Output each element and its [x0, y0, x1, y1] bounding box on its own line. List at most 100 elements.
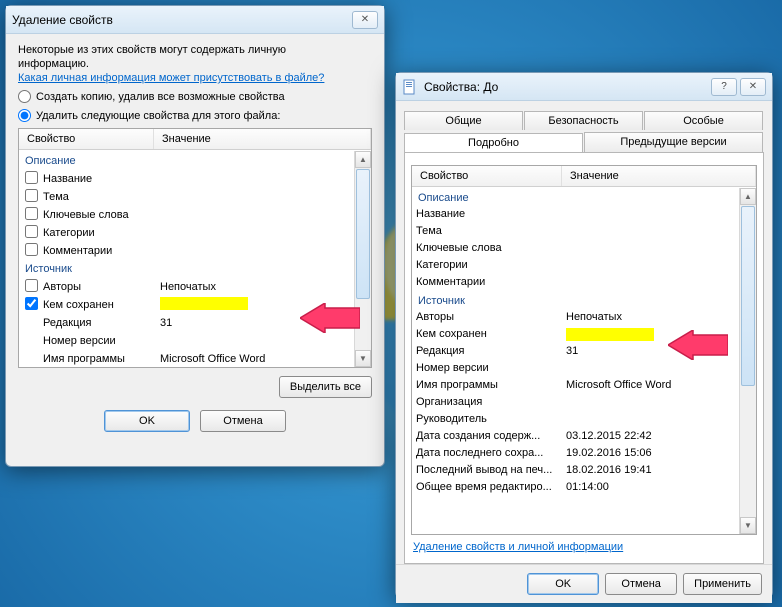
- scroll-down-arrow[interactable]: ▼: [355, 350, 371, 367]
- property-checkbox[interactable]: [25, 279, 38, 292]
- property-row[interactable]: Ключевые слова: [19, 206, 371, 224]
- property-row[interactable]: Руководитель: [412, 412, 756, 429]
- property-row[interactable]: Категории: [19, 224, 371, 242]
- property-value: 31: [160, 317, 365, 329]
- window-title: Удаление свойств: [12, 13, 349, 27]
- property-row[interactable]: Комментарии: [19, 242, 371, 260]
- property-row[interactable]: Номер версии: [19, 332, 371, 350]
- property-value: Непочатых: [566, 311, 752, 326]
- property-row[interactable]: Комментарии: [412, 275, 756, 292]
- property-row[interactable]: АвторыНепочатых: [412, 310, 756, 327]
- scroll-down-arrow[interactable]: ▼: [740, 517, 756, 534]
- property-name: Дата последнего сохра...: [416, 447, 566, 462]
- group-label: Описание: [19, 152, 371, 170]
- property-row[interactable]: Ключевые слова: [412, 241, 756, 258]
- titlebar[interactable]: Свойства: До ? ✕: [396, 73, 772, 101]
- group-label: Источник: [19, 260, 371, 278]
- property-value: Microsoft Office Word: [566, 379, 752, 394]
- property-row[interactable]: Организация: [412, 395, 756, 412]
- dialog-footer: OK Отмена Применить: [396, 564, 772, 603]
- list-content: ОписаниеНазваниеТемаКлючевые словаКатего…: [412, 187, 756, 499]
- tab-Общие[interactable]: Общие: [404, 111, 523, 130]
- property-name: Тема: [416, 225, 566, 240]
- property-checkbox[interactable]: [25, 189, 38, 202]
- select-all-button[interactable]: Выделить все: [279, 376, 372, 398]
- property-value: [566, 413, 752, 428]
- property-name: Категории: [43, 227, 160, 239]
- scrollbar[interactable]: ▲ ▼: [739, 188, 756, 534]
- property-value: Microsoft Office Word: [160, 353, 365, 365]
- col-property[interactable]: Свойство: [412, 166, 562, 186]
- property-row[interactable]: Название: [412, 207, 756, 224]
- property-row[interactable]: Имя программыMicrosoft Office Word: [412, 378, 756, 395]
- file-properties-dialog: Свойства: До ? ✕ ОбщиеБезопасностьОсобые…: [395, 72, 773, 598]
- property-row[interactable]: Редакция31: [412, 344, 756, 361]
- radio-remove-selected-input[interactable]: [18, 109, 31, 122]
- group-label: Описание: [412, 189, 756, 207]
- property-checkbox[interactable]: [25, 171, 38, 184]
- property-checkbox[interactable]: [25, 297, 38, 310]
- property-value: 03.12.2015 22:42: [566, 430, 752, 445]
- scroll-up-arrow[interactable]: ▲: [740, 188, 756, 205]
- close-button[interactable]: ✕: [352, 11, 378, 29]
- tab-Подробно[interactable]: Подробно: [404, 133, 583, 153]
- list-header: Свойство Значение: [19, 129, 371, 150]
- property-name: Тема: [43, 191, 160, 203]
- property-row[interactable]: Тема: [412, 224, 756, 241]
- property-value: [566, 208, 752, 223]
- property-row[interactable]: Номер версии: [412, 361, 756, 378]
- property-value: Непочатых: [160, 281, 365, 293]
- cancel-button[interactable]: Отмена: [200, 410, 286, 432]
- property-row[interactable]: Название: [19, 170, 371, 188]
- property-value: 18.02.2016 19:41: [566, 464, 752, 479]
- property-name: Кем сохранен: [416, 328, 566, 343]
- property-name: Кем сохранен: [43, 299, 160, 311]
- scroll-up-arrow[interactable]: ▲: [355, 151, 371, 168]
- ok-button[interactable]: OK: [527, 573, 599, 595]
- tab-Особые[interactable]: Особые: [644, 111, 763, 130]
- property-row[interactable]: Имя программыMicrosoft Office Word: [19, 350, 371, 368]
- property-row[interactable]: АвторыНепочатых: [19, 278, 371, 296]
- property-name: Категории: [416, 259, 566, 274]
- property-name: Номер версии: [416, 362, 566, 377]
- property-checkbox[interactable]: [25, 243, 38, 256]
- tab-Предыдущие версии[interactable]: Предыдущие версии: [584, 132, 763, 152]
- help-button[interactable]: ?: [711, 78, 737, 96]
- property-row[interactable]: Тема: [19, 188, 371, 206]
- property-checkbox[interactable]: [25, 207, 38, 220]
- apply-button[interactable]: Применить: [683, 573, 762, 595]
- property-row[interactable]: Кем сохранен: [412, 327, 756, 344]
- radio-remove-selected[interactable]: Удалить следующие свойства для этого фай…: [18, 109, 372, 122]
- scrollbar[interactable]: ▲ ▼: [354, 151, 371, 367]
- property-name: Комментарии: [416, 276, 566, 291]
- tab-Безопасность[interactable]: Безопасность: [524, 111, 643, 130]
- property-row[interactable]: Категории: [412, 258, 756, 275]
- col-value[interactable]: Значение: [562, 166, 756, 186]
- radio-create-copy[interactable]: Создать копию, удалив все возможные свой…: [18, 90, 372, 103]
- property-row[interactable]: Последний вывод на печ...18.02.2016 19:4…: [412, 463, 756, 480]
- personal-info-link[interactable]: Какая личная информация может присутство…: [18, 72, 372, 84]
- cancel-button[interactable]: Отмена: [605, 573, 677, 595]
- property-checkbox[interactable]: [25, 225, 38, 238]
- property-name: Руководитель: [416, 413, 566, 428]
- remove-properties-link[interactable]: Удаление свойств и личной информации: [413, 541, 623, 553]
- property-value: [566, 276, 752, 291]
- radio-create-copy-input[interactable]: [18, 90, 31, 103]
- titlebar[interactable]: Удаление свойств ✕: [6, 6, 384, 34]
- redacted-value: [566, 328, 654, 341]
- property-row[interactable]: Дата создания содерж...03.12.2015 22:42: [412, 429, 756, 446]
- scroll-thumb[interactable]: [741, 206, 755, 386]
- col-value[interactable]: Значение: [154, 129, 371, 149]
- scroll-thumb[interactable]: [356, 169, 370, 299]
- property-row[interactable]: Дата последнего сохра...19.02.2016 15:06: [412, 446, 756, 463]
- close-button[interactable]: ✕: [740, 78, 766, 96]
- property-row[interactable]: Кем сохранен: [19, 296, 371, 314]
- remove-properties-dialog: Удаление свойств ✕ Некоторые из этих сво…: [5, 5, 385, 467]
- property-row[interactable]: Общее время редактиро...01:14:00: [412, 480, 756, 497]
- ok-button[interactable]: OK: [104, 410, 190, 432]
- property-row[interactable]: Редакция31: [19, 314, 371, 332]
- property-name: Ключевые слова: [43, 209, 160, 221]
- property-value: [566, 328, 752, 343]
- property-value: [566, 259, 752, 274]
- col-property[interactable]: Свойство: [19, 129, 154, 149]
